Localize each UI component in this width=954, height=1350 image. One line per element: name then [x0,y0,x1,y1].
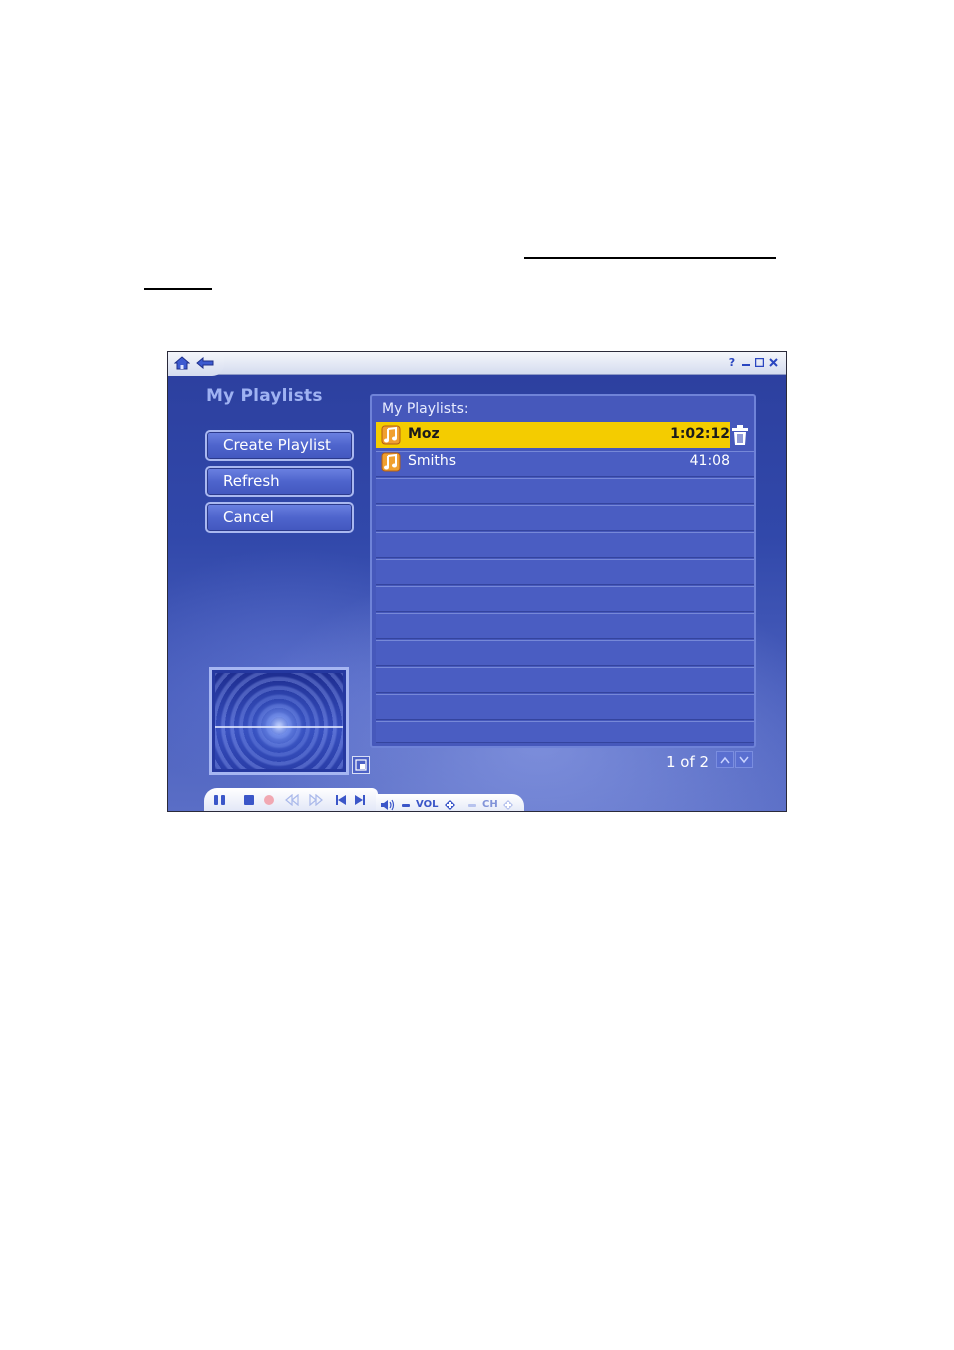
speaker-icon [381,799,395,811]
minus-icon [402,804,410,807]
rewind-button[interactable] [284,792,300,808]
playlist-name: Smiths [408,453,457,469]
page-indicator: 1 of 2 [666,753,710,771]
expand-icon [355,759,367,771]
previous-track-button[interactable] [333,792,349,808]
empty-row [376,532,754,558]
expand-video-button[interactable] [352,756,370,774]
maximize-icon [754,357,764,367]
channel-down-button[interactable] [464,797,480,811]
title-bar [168,352,786,375]
stop-button[interactable] [241,792,257,808]
record-button[interactable] [261,792,277,808]
home-icon[interactable] [173,355,191,371]
volume-label: VOL [416,799,439,810]
volume-up-button[interactable] [442,797,458,811]
next-track-button[interactable] [352,792,368,808]
channel-up-button[interactable] [500,797,516,811]
fast-forward-button[interactable] [308,792,324,808]
chevron-up-icon [720,756,730,763]
pause-icon [214,795,225,805]
record-icon [264,795,274,805]
page-title: My Playlists [206,386,323,406]
visualization-image [215,673,343,769]
maximize-button[interactable] [753,355,765,369]
list-item[interactable]: Smiths 41:08 [376,449,754,475]
empty-row [376,559,754,585]
pause-button[interactable] [212,792,228,808]
help-icon: ? [728,355,736,369]
visualization-line [215,726,343,728]
cancel-button[interactable]: Cancel [205,502,354,533]
stop-icon [244,795,254,805]
document-underline [524,257,776,259]
empty-row [376,694,754,720]
minus-icon [468,804,476,807]
transport-bar [204,788,378,811]
playlist-duration: 1:02:12 [670,426,730,442]
back-arrow-icon[interactable] [196,355,214,371]
volume-channel-bar: VOL CH [376,794,524,811]
page-up-button[interactable] [716,751,734,768]
close-button[interactable] [767,355,779,369]
nav-tab [168,352,224,376]
empty-row [376,721,754,743]
music-note-icon [381,425,401,445]
playlist-list: My Playlists: Moz 1:02:12 Smiths 41:08 [370,394,756,748]
empty-row [376,586,754,612]
plus-icon [503,800,513,810]
trash-icon [732,425,748,445]
close-icon [768,357,778,367]
empty-row [376,505,754,531]
empty-row [376,667,754,693]
page-down-button[interactable] [735,751,753,768]
fast-forward-icon [309,794,323,806]
skip-back-icon [336,795,346,805]
minimize-button[interactable] [740,355,752,369]
minimize-icon [742,364,750,366]
media-center-window: ? My Playlists Create Playlist Refresh C… [167,351,787,812]
mute-button[interactable] [380,797,396,811]
rewind-icon [285,794,299,806]
list-header: My Playlists: [382,401,469,417]
help-button[interactable]: ? [726,355,738,369]
volume-down-button[interactable] [398,797,414,811]
empty-row [376,613,754,639]
refresh-button[interactable]: Refresh [205,466,354,497]
empty-row [376,478,754,504]
chevron-down-icon [739,756,749,763]
skip-forward-icon [355,795,365,805]
now-playing-thumbnail[interactable] [209,667,349,775]
music-note-icon [381,452,401,472]
list-item[interactable]: Moz 1:02:12 [376,422,730,448]
document-underline [144,288,212,290]
create-playlist-button[interactable]: Create Playlist [205,430,354,461]
channel-label: CH [482,799,498,810]
delete-playlist-button[interactable] [730,424,750,446]
playlist-duration: 41:08 [689,453,730,469]
playlist-name: Moz [408,426,440,442]
plus-icon [445,800,455,810]
empty-row [376,640,754,666]
